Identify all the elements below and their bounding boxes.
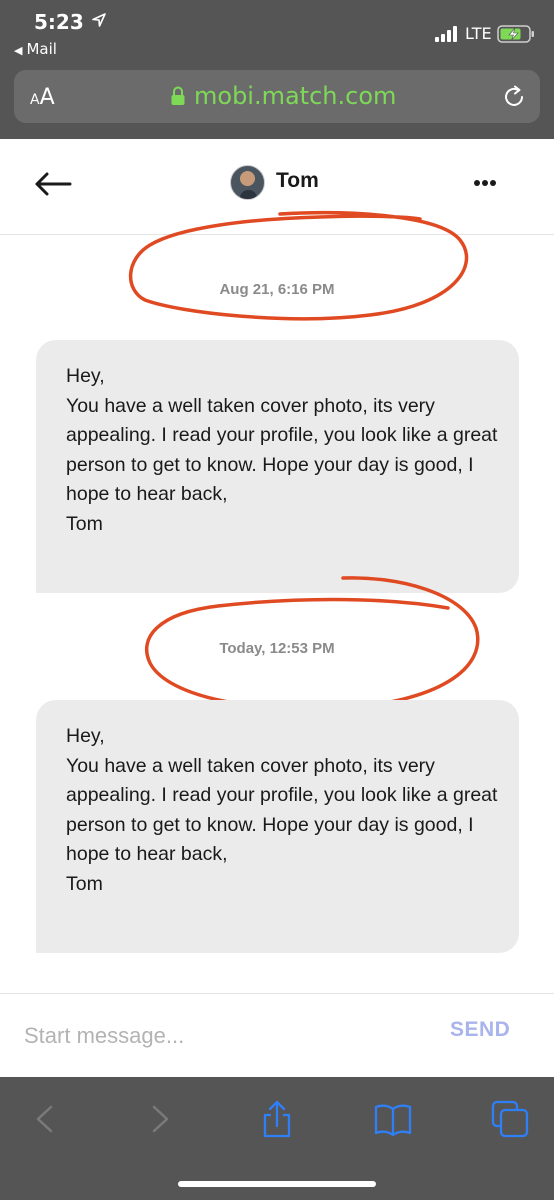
message-timestamp: Aug 21, 6:16 PM <box>219 281 335 298</box>
reload-icon[interactable] <box>501 84 527 110</box>
tabs-icon[interactable] <box>490 1099 530 1139</box>
text-size-button[interactable]: AA <box>30 85 55 110</box>
back-triangle-icon: ◀ <box>14 44 23 57</box>
url-text: mobi.match.com <box>194 82 397 110</box>
cellular-signal-icon <box>435 26 457 42</box>
share-icon[interactable] <box>257 1099 297 1139</box>
lock-icon <box>171 86 185 105</box>
forward-icon[interactable] <box>140 1099 180 1139</box>
message-bubble: Hey, You have a well taken cover photo, … <box>36 700 519 953</box>
back-app-label: Mail <box>26 40 57 58</box>
message-bubble: Hey, You have a well taken cover photo, … <box>36 340 519 593</box>
contact-avatar[interactable] <box>230 165 265 200</box>
location-arrow-icon <box>92 13 106 27</box>
back-to-app-link[interactable]: ◀ Mail <box>14 40 57 58</box>
bookmarks-icon[interactable] <box>373 1099 413 1139</box>
message-timestamp: Today, 12:53 PM <box>219 640 335 657</box>
safari-bottom-toolbar <box>0 1077 554 1200</box>
safari-top-chrome: 5:23 ◀ Mail LTE AA mobi.match.com <box>0 0 554 139</box>
back-arrow-icon[interactable] <box>33 169 73 199</box>
address-bar[interactable]: AA mobi.match.com <box>14 70 540 123</box>
back-icon[interactable] <box>25 1099 65 1139</box>
conversation-header: Tom <box>0 139 554 235</box>
more-options-icon[interactable] <box>466 175 506 191</box>
send-button[interactable]: SEND <box>450 1018 510 1042</box>
contact-name[interactable]: Tom <box>276 169 319 193</box>
message-input[interactable] <box>24 1016 424 1056</box>
home-indicator[interactable] <box>178 1181 376 1187</box>
network-type: LTE <box>465 24 492 43</box>
status-time: 5:23 <box>34 10 84 34</box>
message-composer: SEND <box>0 993 554 1077</box>
battery-charging-icon <box>497 25 534 43</box>
